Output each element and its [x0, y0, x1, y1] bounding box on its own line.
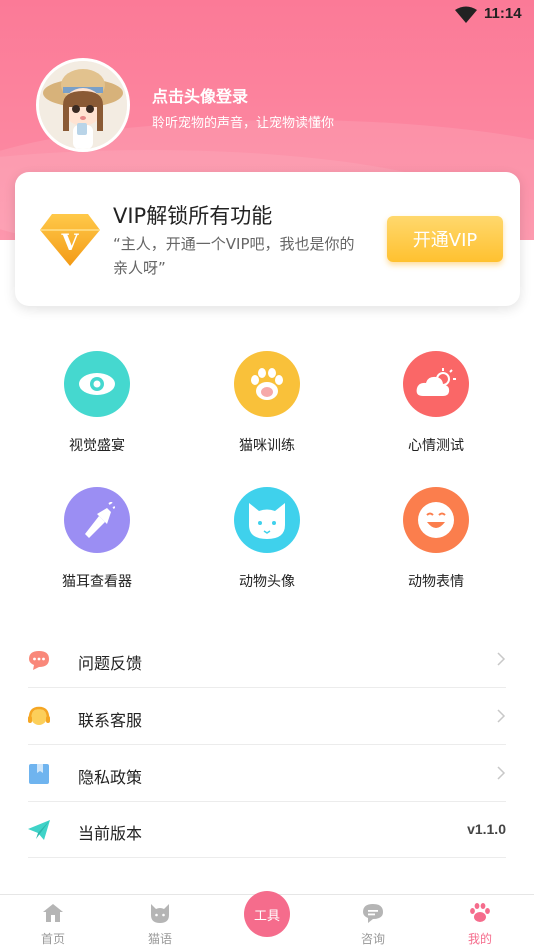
tool-label: 猫咪训练 — [239, 438, 295, 454]
cat-face-icon — [234, 487, 300, 553]
menu-label: 隐私政策 — [78, 768, 143, 787]
chat-bubble-icon — [29, 651, 49, 670]
status-bar: 11:14 — [0, 0, 534, 30]
tab-label: 我的 — [467, 932, 492, 946]
tab-home[interactable]: 首页 — [0, 895, 106, 949]
version-value: v1.1.0 — [467, 821, 506, 837]
avatar[interactable] — [36, 58, 130, 152]
avatar-girl-image — [39, 61, 127, 149]
menu-label: 当前版本 — [78, 824, 143, 843]
vip-badge-letter: V — [60, 230, 79, 256]
vip-card: V VIP解锁所有功能 “主人，开通一个VIP吧，我也是你的亲人呀” 开通VIP — [15, 172, 520, 306]
menu-current-version: 当前版本 v1.1.0 — [28, 801, 506, 858]
login-title[interactable]: 点击头像登录 — [152, 83, 248, 107]
vip-title: VIP解锁所有功能 — [113, 204, 273, 228]
tool-animal-avatar[interactable]: 动物头像 — [197, 487, 337, 607]
tab-mine[interactable]: 我的 — [427, 895, 533, 949]
paper-plane-icon — [28, 820, 50, 840]
cat-icon — [151, 904, 169, 923]
tool-cat-training[interactable]: 猫咪训练 — [197, 351, 337, 471]
home-icon — [43, 904, 63, 922]
menu-label: 问题反馈 — [78, 654, 143, 673]
menu-feedback[interactable]: 问题反馈 — [28, 631, 506, 688]
menu-contact-service[interactable]: 联系客服 — [28, 688, 506, 745]
flashlight-icon — [64, 487, 130, 553]
chevron-right-icon — [497, 709, 506, 723]
paw-icon — [470, 903, 490, 922]
tool-mood-test[interactable]: 心情测试 — [366, 351, 506, 471]
vip-diamond-icon: V — [40, 214, 100, 266]
bottom-tab-bar: 首页 猫语 工具 咨询 我的 — [0, 891, 534, 949]
menu-privacy-policy[interactable]: 隐私政策 — [28, 745, 506, 802]
tool-label: 视觉盛宴 — [69, 438, 125, 454]
tool-label: 猫耳查看器 — [62, 574, 132, 590]
message-icon — [363, 904, 383, 923]
tab-cat-language[interactable]: 猫语 — [107, 895, 213, 949]
tab-label: 猫语 — [147, 932, 172, 946]
headset-icon — [28, 706, 50, 725]
tool-cat-ear-viewer[interactable]: 猫耳查看器 — [27, 487, 167, 607]
chevron-right-icon — [497, 652, 506, 666]
open-vip-button[interactable]: 开通VIP — [387, 216, 503, 262]
eye-icon — [64, 351, 130, 417]
vip-description: “主人，开通一个VIP吧，我也是你的亲人呀” — [113, 235, 355, 277]
bookmark-icon — [29, 764, 49, 784]
status-time: 11:14 — [484, 5, 522, 22]
cloud-sun-icon — [403, 351, 469, 417]
tool-label: 动物头像 — [239, 574, 295, 590]
paw-icon — [234, 351, 300, 417]
tool-label: 动物表情 — [408, 574, 464, 590]
login-subtitle: 聆听宠物的声音，让宠物读懂你 — [152, 116, 335, 131]
tool-animal-emoji[interactable]: 动物表情 — [366, 487, 506, 607]
smile-icon — [403, 487, 469, 553]
menu-label: 联系客服 — [78, 711, 143, 730]
wifi-icon — [455, 6, 477, 23]
tool-label: 心情测试 — [408, 438, 464, 454]
tab-label: 首页 — [40, 932, 65, 946]
tools-center-button[interactable]: 工具 — [244, 891, 290, 937]
tool-visual-feast[interactable]: 视觉盛宴 — [27, 351, 167, 471]
tab-label: 咨询 — [360, 932, 385, 946]
tab-consult[interactable]: 咨询 — [320, 895, 426, 949]
chevron-right-icon — [497, 766, 506, 780]
